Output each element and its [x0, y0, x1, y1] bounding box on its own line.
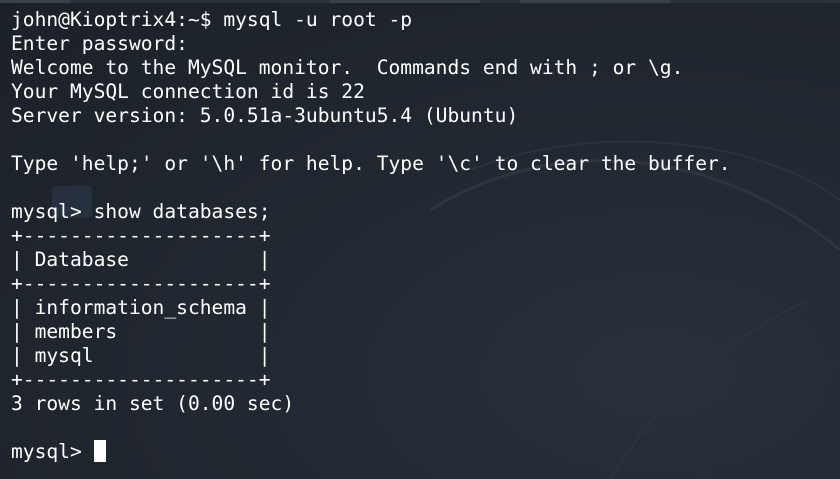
terminal-line: john@Kioptrix4:~$ mysql -u root -p — [11, 8, 413, 31]
tab-strip — [0, 0, 840, 3]
terminal-output: john@Kioptrix4:~$ mysql -u root -p Enter … — [11, 8, 731, 464]
terminal-line: +--------------------+ — [11, 224, 271, 247]
text-cursor — [93, 440, 106, 462]
terminal-line: | members | — [11, 320, 271, 343]
terminal-line: | information_schema | — [11, 296, 271, 319]
terminal-line: Server version: 5.0.51a-3ubuntu5.4 (Ubun… — [11, 104, 519, 127]
terminal-line: 3 rows in set (0.00 sec) — [11, 392, 295, 415]
terminal-line: | mysql | — [11, 344, 271, 367]
terminal-line: Enter password: — [11, 32, 200, 55]
tab-edge — [330, 0, 480, 3]
tab-edge — [520, 0, 670, 3]
terminal-window[interactable]: john@Kioptrix4:~$ mysql -u root -p Enter … — [0, 0, 840, 479]
terminal-line: Welcome to the MySQL monitor. Commands e… — [11, 56, 684, 79]
terminal-line: | Database | — [11, 248, 271, 271]
terminal-line: Type 'help;' or '\h' for help. Type '\c'… — [11, 152, 731, 175]
tab-edge — [0, 0, 70, 3]
terminal-line: +--------------------+ — [11, 368, 271, 391]
terminal-line: Your MySQL connection id is 22 — [11, 80, 365, 103]
terminal-prompt-line[interactable]: mysql> — [11, 440, 731, 464]
mysql-prompt: mysql> — [11, 440, 94, 463]
terminal-line: mysql> show databases; — [11, 200, 271, 223]
terminal-line: +--------------------+ — [11, 272, 271, 295]
